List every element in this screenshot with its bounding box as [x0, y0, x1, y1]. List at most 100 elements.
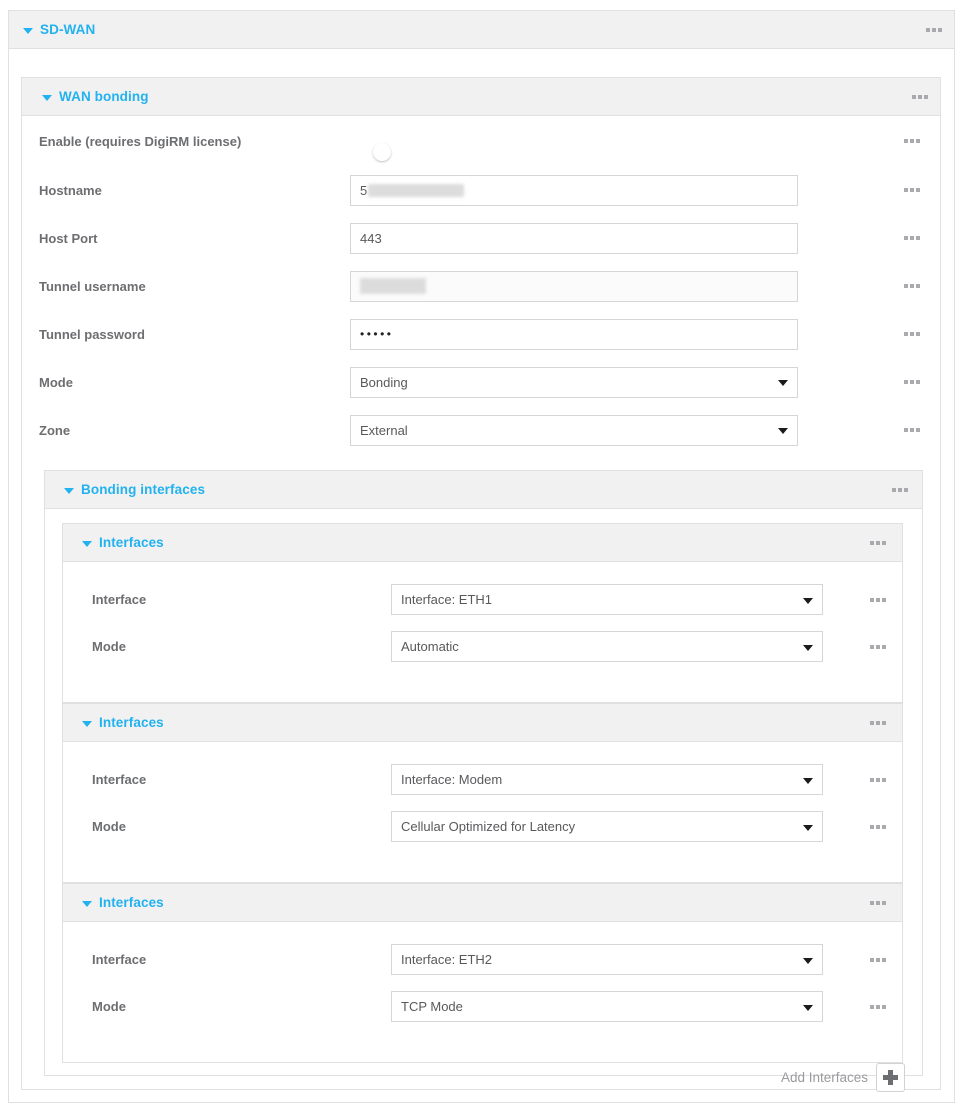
wan-bonding-title-text: WAN bonding	[59, 89, 149, 104]
sdwan-panel-title: SD-WAN	[23, 22, 95, 37]
interface-row: Interface Interface: Modem	[63, 756, 902, 803]
interface-row: Interface Interface: ETH1	[63, 576, 902, 623]
interfaces-title-text: Interfaces	[99, 535, 164, 550]
interface-value: Interface: ETH1	[401, 592, 493, 607]
overflow-menu-icon[interactable]	[926, 27, 942, 32]
redaction-bar	[360, 278, 426, 294]
zone-select[interactable]: External	[350, 414, 798, 446]
bonding-interfaces-title: Bonding interfaces	[64, 482, 205, 497]
caret-down-icon[interactable]	[82, 900, 92, 907]
caret-down-icon[interactable]	[42, 94, 52, 101]
tunnel-username-control	[350, 270, 798, 302]
overflow-menu-icon[interactable]	[912, 94, 928, 99]
overflow-menu-icon[interactable]	[870, 1004, 886, 1009]
interface-label: Interface	[92, 952, 147, 967]
interface-value: Interface: Modem	[401, 772, 503, 787]
interface-select[interactable]: Interface: ETH2	[391, 944, 823, 975]
mode-select[interactable]: Bonding	[350, 366, 798, 398]
mode-select[interactable]: Automatic	[391, 631, 823, 662]
bonding-interfaces-title-text: Bonding interfaces	[81, 482, 206, 497]
interfaces-block: Interfaces Interface Interface: Modem Mo…	[62, 703, 903, 883]
host-port-value: 443	[360, 230, 382, 246]
chevron-down-icon[interactable]	[803, 824, 813, 831]
interface-control: Interface: ETH1	[391, 584, 823, 615]
interfaces-block-title: Interfaces	[82, 715, 164, 730]
overflow-menu-icon[interactable]	[870, 824, 886, 829]
sdwan-panel-header[interactable]: SD-WAN	[9, 11, 954, 49]
caret-down-icon[interactable]	[23, 27, 33, 34]
enable-row: Enable (requires DigiRM license)	[22, 116, 940, 166]
interfaces-block-body: Interface Interface: ETH1 Mode Automatic	[63, 562, 902, 670]
mode-row: Mode Cellular Optimized for Latency	[63, 803, 902, 850]
interfaces-block-title: Interfaces	[82, 535, 164, 550]
overflow-menu-icon[interactable]	[870, 540, 886, 545]
interface-label: Interface	[92, 592, 147, 607]
overflow-menu-icon[interactable]	[870, 720, 886, 725]
host-port-input[interactable]: 443	[350, 222, 798, 254]
overflow-menu-icon[interactable]	[904, 380, 920, 384]
interfaces-block-header[interactable]: Interfaces	[63, 884, 902, 922]
bonding-interfaces-panel: Bonding interfaces Interfaces Interface …	[44, 470, 923, 1092]
overflow-menu-icon[interactable]	[904, 428, 920, 432]
chevron-down-icon[interactable]	[778, 428, 788, 434]
overflow-menu-icon[interactable]	[904, 188, 920, 192]
enable-label: Enable (requires DigiRM license)	[39, 133, 242, 149]
overflow-menu-icon[interactable]	[870, 777, 886, 782]
caret-down-icon[interactable]	[82, 720, 92, 727]
overflow-menu-icon[interactable]	[892, 487, 908, 492]
overflow-menu-icon[interactable]	[904, 236, 920, 240]
chevron-down-icon[interactable]	[803, 1004, 813, 1011]
interface-select[interactable]: Interface: ETH1	[391, 584, 823, 615]
zone-control: External	[350, 414, 798, 446]
chevron-down-icon[interactable]	[778, 380, 788, 386]
caret-down-icon[interactable]	[82, 540, 92, 547]
bonding-interfaces-header[interactable]: Bonding interfaces	[45, 471, 922, 509]
tunnel-username-input[interactable]	[350, 270, 798, 302]
interfaces-title-text: Interfaces	[99, 715, 164, 730]
mode-select[interactable]: Cellular Optimized for Latency	[391, 811, 823, 842]
wan-bonding-panel-title: WAN bonding	[42, 89, 149, 104]
tunnel-password-row: Tunnel password •••••	[22, 310, 940, 358]
add-interfaces-button[interactable]	[876, 1063, 905, 1092]
mode-control: Bonding	[350, 366, 798, 398]
interface-value: Interface: ETH2	[401, 952, 493, 967]
hostname-control: 5	[350, 174, 798, 206]
overflow-menu-icon[interactable]	[870, 957, 886, 962]
chevron-down-icon[interactable]	[803, 644, 813, 651]
overflow-menu-icon[interactable]	[904, 284, 920, 288]
caret-down-icon[interactable]	[64, 487, 74, 494]
tunnel-username-row: Tunnel username	[22, 262, 940, 310]
redaction-bar	[368, 183, 465, 197]
interfaces-block-body: Interface Interface: ETH2 Mode TCP Mode	[63, 922, 902, 1030]
interfaces-block-title: Interfaces	[82, 895, 164, 910]
interface-select[interactable]: Interface: Modem	[391, 764, 823, 795]
mode-control: Automatic	[391, 631, 823, 662]
host-port-control: 443	[350, 222, 798, 254]
chevron-down-icon[interactable]	[803, 957, 813, 964]
mode-label: Mode	[92, 639, 126, 654]
sdwan-title-text: SD-WAN	[40, 22, 96, 37]
host-port-row: Host Port 443	[22, 214, 940, 262]
wan-bonding-panel-header[interactable]: WAN bonding	[22, 78, 940, 116]
mode-select[interactable]: TCP Mode	[391, 991, 823, 1022]
add-interfaces-row: Add Interfaces	[781, 1063, 905, 1092]
overflow-menu-icon[interactable]	[904, 332, 920, 336]
overflow-menu-icon[interactable]	[870, 597, 886, 602]
tunnel-password-input[interactable]: •••••	[350, 318, 798, 350]
hostname-input[interactable]: 5	[350, 174, 798, 206]
interfaces-block-header[interactable]: Interfaces	[63, 524, 902, 562]
mode-value: Bonding	[360, 374, 408, 390]
add-interfaces-label: Add Interfaces	[780, 1070, 868, 1085]
overflow-menu-icon[interactable]	[904, 139, 920, 143]
overflow-menu-icon[interactable]	[870, 644, 886, 649]
chevron-down-icon[interactable]	[803, 597, 813, 604]
interface-row: Interface Interface: ETH2	[63, 936, 902, 983]
interfaces-block-header[interactable]: Interfaces	[63, 704, 902, 742]
overflow-menu-icon[interactable]	[870, 900, 886, 905]
mode-label: Mode	[92, 819, 126, 834]
plus-icon	[883, 1070, 898, 1085]
host-port-label: Host Port	[39, 230, 98, 246]
mode-label: Mode	[92, 999, 126, 1014]
zone-label: Zone	[39, 422, 71, 438]
chevron-down-icon[interactable]	[803, 777, 813, 784]
